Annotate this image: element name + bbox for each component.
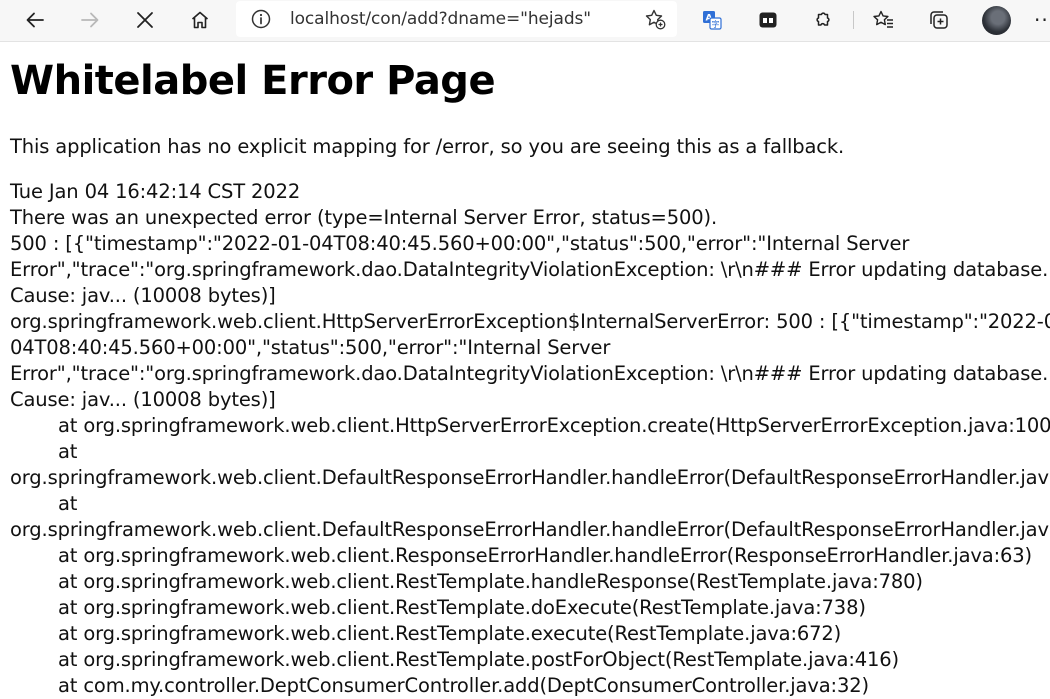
forward-button[interactable] (72, 4, 108, 36)
collections-icon (930, 11, 948, 29)
home-icon (191, 11, 209, 29)
error-detail-line: at org.springframework.web.client.HttpSe… (58, 414, 1050, 437)
favorites-button[interactable] (866, 4, 902, 36)
extensions-button[interactable] (805, 4, 841, 36)
error-detail-line: Error","trace":"org.springframework.dao.… (10, 258, 1049, 281)
translate-button[interactable]: A字 (694, 4, 730, 36)
add-favorite-icon (645, 9, 666, 30)
error-detail-line: org.springframework.web.client.DefaultRe… (10, 518, 1050, 541)
error-detail-line: at org.springframework.web.client.RestTe… (58, 570, 923, 593)
error-detail-line: at com.my.controller.DeptConsumerControl… (58, 674, 869, 697)
stop-button[interactable] (127, 4, 163, 36)
error-detail-line: at org.springframework.web.client.RestTe… (58, 622, 842, 645)
svg-text:字: 字 (712, 19, 720, 29)
error-detail-line: at org.springframework.web.client.RestTe… (58, 648, 899, 671)
error-detail-line: Error","trace":"org.springframework.dao.… (10, 362, 1049, 385)
stop-icon (137, 12, 153, 28)
error-detail-line: org.springframework.web.client.DefaultRe… (10, 466, 1050, 489)
translate-icon: A字 (703, 11, 722, 30)
error-detail-line: Cause: jav... (10008 bytes)] (10, 284, 276, 307)
add-favorite-button[interactable] (643, 7, 667, 35)
error-detail-line: Cause: jav... (10008 bytes)] (10, 388, 276, 411)
tab-manager-button[interactable] (750, 4, 786, 36)
extensions-icon (816, 12, 830, 26)
error-detail-line: 04T08:40:45.560+00:00","status":500,"err… (10, 336, 611, 359)
error-detail-line: org.springframework.web.client.HttpServe… (10, 310, 1050, 333)
error-details: Tue Jan 04 16:42:14 CST 2022 There was an… (10, 179, 1050, 699)
site-info-button[interactable] (250, 8, 272, 34)
url-text[interactable]: localhost/con/add?dname="hejads" (290, 9, 591, 29)
fallback-message: This application has no explicit mapping… (10, 135, 845, 158)
error-detail-line: There was an unexpected error (type=Inte… (10, 206, 718, 229)
profile-avatar[interactable] (982, 6, 1011, 35)
error-detail-line: at (58, 492, 78, 515)
browser-toolbar: localhost/con/add?dname="hejads" A字 ··· (0, 0, 1050, 42)
home-button[interactable] (182, 4, 218, 36)
forward-icon (81, 12, 99, 28)
address-bar[interactable]: localhost/con/add?dname="hejads" (236, 1, 677, 37)
error-detail-line: at org.springframework.web.client.Respon… (58, 544, 1032, 567)
page-title: Whitelabel Error Page (10, 58, 496, 104)
error-detail-line: at org.springframework.web.client.RestTe… (58, 596, 866, 619)
tab-icon (759, 12, 777, 28)
back-button[interactable] (17, 4, 53, 36)
back-icon (26, 12, 44, 28)
error-detail-line: Tue Jan 04 16:42:14 CST 2022 (10, 180, 301, 203)
favorites-icon (873, 10, 893, 28)
more-icon[interactable]: ··· (1034, 8, 1050, 32)
collections-button[interactable] (921, 4, 957, 36)
error-detail-line: at (58, 440, 78, 463)
toolbar-separator (853, 11, 854, 29)
info-icon (251, 9, 271, 29)
error-detail-line: 500 : [{"timestamp":"2022-01-04T08:40:45… (10, 232, 910, 255)
